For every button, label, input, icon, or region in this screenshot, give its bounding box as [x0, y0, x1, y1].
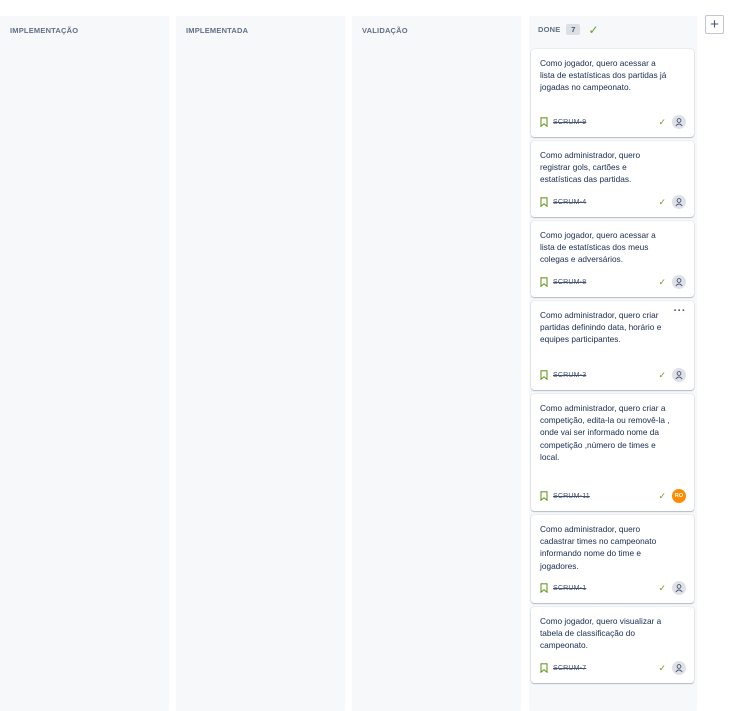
issue-key[interactable]: SCRUM-3 — [553, 372, 586, 379]
column-title: IMPLEMENTADA — [186, 26, 249, 35]
avatar[interactable]: RO — [672, 489, 686, 503]
avatar[interactable] — [672, 275, 686, 289]
add-column-button[interactable]: + — [705, 15, 724, 34]
bookmark-icon — [540, 277, 548, 287]
card-footer: SCRUM-4 ✓ — [540, 195, 686, 209]
issue-card[interactable]: Como jogador, quero acessar a lista de e… — [531, 49, 694, 137]
user-icon — [675, 664, 683, 673]
card-footer: SCRUM-3 ✓ — [540, 368, 686, 382]
card-summary: Como administrador, quero cadastrar time… — [540, 524, 657, 571]
avatar[interactable] — [672, 368, 686, 382]
card-summary: Como administrador, quero criar a compet… — [540, 403, 670, 462]
column-header: VALIDAÇÃO — [362, 26, 408, 35]
bookmark-icon — [540, 491, 548, 501]
user-icon — [675, 371, 683, 380]
issue-count-badge: 7 — [566, 24, 581, 35]
issue-card[interactable]: Como administrador, quero cadastrar time… — [531, 515, 694, 603]
bookmark-icon — [540, 117, 548, 127]
column-validacao: VALIDAÇÃO — [352, 16, 521, 711]
card-footer: SCRUM-7 ✓ — [540, 661, 686, 675]
issue-key[interactable]: SCRUM-8 — [553, 279, 586, 286]
column-title: IMPLEMENTAÇÃO — [10, 26, 79, 35]
card-summary: Como jogador, quero visualizar a tabela … — [540, 616, 662, 651]
user-icon — [675, 584, 683, 593]
card-footer: SCRUM-1 ✓ — [540, 581, 686, 595]
bookmark-icon — [540, 370, 548, 380]
issue-key[interactable]: SCRUM-1 — [553, 585, 586, 592]
issue-card[interactable]: Como jogador, quero acessar a lista de e… — [531, 221, 694, 297]
card-footer: SCRUM-11 ✓ RO — [540, 489, 686, 503]
avatar[interactable] — [672, 661, 686, 675]
avatar[interactable] — [672, 581, 686, 595]
bookmark-icon — [540, 197, 548, 207]
column-implementada: IMPLEMENTADA — [176, 16, 345, 711]
column-implementacao: IMPLEMENTAÇÃO — [0, 16, 169, 711]
avatar[interactable] — [672, 115, 686, 129]
issue-key[interactable]: SCRUM-9 — [553, 119, 586, 126]
check-icon: ✓ — [658, 369, 666, 380]
ellipsis-icon[interactable]: ··· — [674, 306, 687, 317]
issue-key[interactable]: SCRUM-7 — [553, 665, 586, 672]
column-header: IMPLEMENTADA — [186, 26, 248, 35]
check-icon: ✓ — [658, 662, 666, 673]
avatar-initials: RO — [674, 493, 684, 499]
card-footer: SCRUM-9 ✓ — [540, 115, 686, 129]
user-icon — [675, 118, 683, 127]
user-icon — [675, 198, 683, 207]
issue-card[interactable]: Como jogador, quero visualizar a tabela … — [531, 607, 694, 683]
check-icon: ✓ — [658, 276, 666, 287]
user-icon — [675, 278, 683, 287]
card-summary: Como administrador, quero registrar gols… — [540, 150, 641, 185]
avatar[interactable] — [672, 195, 686, 209]
issue-card[interactable]: Como administrador, quero criar a compet… — [531, 394, 694, 511]
issue-key[interactable]: SCRUM-11 — [553, 493, 590, 500]
column-header: DONE 7 ✓ — [538, 22, 599, 37]
bookmark-icon — [540, 583, 548, 593]
issue-card[interactable]: Como administrador, quero criar partidas… — [531, 301, 694, 390]
check-icon: ✓ — [658, 582, 666, 593]
column-header: IMPLEMENTAÇÃO — [10, 26, 78, 35]
issue-key[interactable]: SCRUM-4 — [553, 199, 586, 206]
plus-icon: + — [710, 16, 719, 33]
check-icon: ✓ — [658, 196, 666, 207]
check-icon: ✓ — [658, 116, 666, 127]
column-title: DONE — [538, 25, 561, 34]
card-summary: Como jogador, quero acessar a lista de e… — [540, 230, 656, 265]
check-icon: ✓ — [588, 22, 599, 37]
check-icon: ✓ — [658, 490, 666, 501]
card-footer: SCRUM-8 ✓ — [540, 275, 686, 289]
card-summary: Como administrador, quero criar partidas… — [540, 310, 662, 345]
column-title: VALIDAÇÃO — [362, 26, 408, 35]
bookmark-icon — [540, 663, 548, 673]
card-summary: Como jogador, quero acessar a lista de e… — [540, 58, 667, 93]
issue-card[interactable]: Como administrador, quero registrar gols… — [531, 141, 694, 217]
